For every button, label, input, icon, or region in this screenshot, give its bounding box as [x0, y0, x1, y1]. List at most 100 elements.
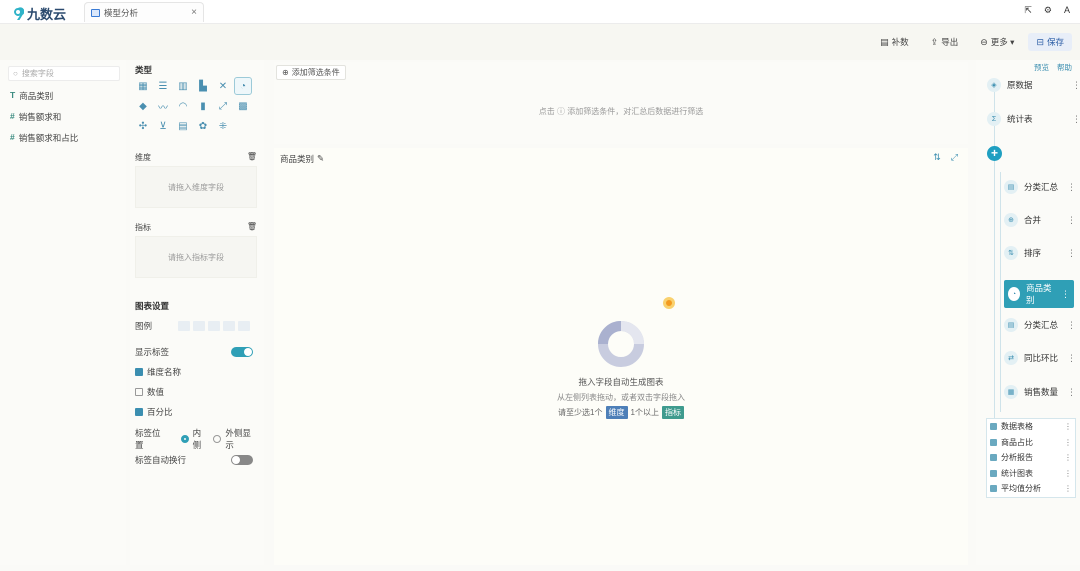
flow-node[interactable]: ▦ 销售数量 ⋮ — [1004, 385, 1076, 399]
more-icon[interactable]: ⋮ — [1067, 353, 1076, 364]
bar-chart-icon[interactable]: ▥ — [175, 78, 191, 94]
flow-node[interactable]: ◈ 原数据 ⋮ — [987, 78, 1080, 92]
more-icon[interactable]: ⋮ — [1067, 215, 1076, 226]
close-icon[interactable]: × — [191, 7, 197, 18]
legend-bottom-icon[interactable] — [238, 321, 251, 331]
auto-wrap-toggle[interactable] — [231, 455, 253, 465]
chart-settings-title: 图表设置 — [135, 301, 170, 311]
output-item[interactable]: 分析报告 ⋮ — [987, 450, 1075, 466]
matrix-chart-icon[interactable]: ⁜ — [215, 118, 231, 134]
more-icon[interactable]: ⋮ — [1067, 320, 1076, 331]
map-chart-icon[interactable]: ◆ — [135, 98, 151, 114]
table-chart-icon[interactable]: ▦ — [135, 78, 151, 94]
flow-node[interactable]: ⇅ 排序 ⋮ — [1004, 246, 1076, 260]
heatmap-chart-icon[interactable]: ▩ — [235, 98, 251, 114]
more-icon[interactable]: ⋮ — [1072, 114, 1080, 125]
edit-icon[interactable]: ✎ — [317, 153, 324, 165]
app-logo[interactable]: 九数云 — [12, 4, 66, 23]
more-icon[interactable]: ⋮ — [1064, 453, 1072, 462]
flow-node[interactable]: ⊕ 合并 ⋮ — [1004, 213, 1076, 227]
scatter-chart-icon[interactable]: ⤢ — [215, 98, 231, 114]
preview-link[interactable]: 预览 — [1034, 62, 1049, 73]
export-button[interactable]: ⇪ 导出 — [923, 33, 967, 51]
dimension-checkbox[interactable] — [135, 368, 143, 376]
opt-dimension-label: 维度名称 — [147, 367, 182, 377]
flow-node[interactable]: ⇄ 同比环比 ⋮ — [1004, 351, 1076, 365]
tab-model-analysis[interactable]: 模型分析 × — [84, 2, 204, 22]
node-label: 分类汇总 — [1024, 320, 1059, 330]
flow-node[interactable]: Σ 统计表 ⋮ — [987, 112, 1080, 126]
output-label: 分析报告 — [1001, 453, 1033, 463]
flow-node[interactable]: ▤ 分类汇总 ⋮ — [1004, 318, 1076, 332]
more-icon[interactable]: ⋮ — [1061, 289, 1070, 300]
legend-position-selector[interactable] — [178, 321, 251, 331]
more-icon[interactable]: ⋮ — [1064, 438, 1072, 447]
percent-checkbox[interactable] — [135, 408, 143, 416]
show-label-toggle[interactable] — [231, 347, 253, 357]
column-chart-icon[interactable]: ▮ — [195, 98, 211, 114]
more-button[interactable]: ⊖ 更多 ▾ — [972, 33, 1022, 51]
radar-chart-icon[interactable]: ✣ — [135, 118, 151, 134]
card-chart-icon[interactable]: ▤ — [175, 118, 191, 134]
requirement-mid: 1个以上 — [630, 408, 659, 417]
help-link[interactable]: 帮助 — [1057, 62, 1072, 73]
field-item[interactable]: T 商品类别 — [10, 90, 78, 102]
legend-none-icon[interactable] — [178, 321, 191, 331]
number-type-icon: # — [10, 111, 15, 121]
list-chart-icon[interactable]: ☰ — [155, 78, 171, 94]
more-label: 更多 ▾ — [990, 37, 1015, 47]
legend-top-icon[interactable] — [223, 321, 236, 331]
settings-icon[interactable]: ⚙ — [1044, 5, 1052, 16]
add-step-button[interactable]: + — [987, 146, 1002, 161]
legend-left-icon[interactable] — [193, 321, 206, 331]
fields-panel: ○ 搜索字段 T 商品类别 # 销售额求和 # 销售额求和占比 — [0, 60, 126, 565]
more-icon[interactable]: ⋮ — [1067, 248, 1076, 259]
flow-node-active[interactable]: ◔ 商品类别 ⋮ — [1004, 280, 1074, 308]
cross-chart-icon[interactable]: ✕ — [215, 78, 231, 94]
more-icon[interactable]: ⋮ — [1072, 80, 1080, 91]
rose-chart-icon[interactable]: ✿ — [195, 118, 211, 134]
supplement-button[interactable]: ▤ 补数 — [872, 33, 917, 51]
gauge-chart-icon[interactable]: ◠ — [175, 98, 191, 114]
chart-type-title: 类型 — [135, 65, 153, 75]
inside-radio[interactable] — [180, 435, 189, 443]
field-item[interactable]: # 销售额求和 — [10, 111, 78, 123]
more-icon[interactable]: ⋮ — [1064, 484, 1072, 493]
output-icon — [990, 438, 997, 446]
line-chart-icon[interactable]: 〰 — [155, 98, 171, 114]
legend-right-icon[interactable] — [208, 321, 221, 331]
canvas-title-text[interactable]: 商品类别 — [280, 153, 314, 165]
stacked-bar-icon[interactable]: ▙ — [195, 78, 211, 94]
more-icon[interactable]: ⋮ — [1067, 387, 1076, 398]
output-item[interactable]: 平均值分析 ⋮ — [987, 481, 1075, 497]
fullscreen-icon[interactable]: ⤢ — [951, 152, 958, 163]
output-item[interactable]: 商品占比 ⋮ — [987, 435, 1075, 451]
output-item[interactable]: 数据表格 ⋮ — [987, 419, 1075, 435]
add-filter-button[interactable]: ⊕ 添加筛选条件 — [276, 65, 346, 80]
more-icon[interactable]: ⋮ — [1067, 182, 1076, 193]
pin-icon[interactable]: ⇱ — [1024, 5, 1032, 16]
filter-icon[interactable]: ⇅ — [933, 152, 941, 163]
more-icon[interactable]: ⋮ — [1064, 422, 1072, 431]
measure-drop-zone[interactable]: 请拖入指标字段 — [135, 236, 257, 278]
title-bar: 九数云 模型分析 × ⇱ ⚙ A — [0, 0, 1080, 24]
plus-circle-icon: ⊕ — [282, 68, 289, 77]
dimension-drop-zone[interactable]: 请拖入维度字段 — [135, 166, 257, 208]
more-icon[interactable]: ⋮ — [1064, 469, 1072, 478]
outside-radio[interactable] — [213, 435, 222, 443]
label-position-row: 标签位置 内侧 外侧显示 — [135, 427, 259, 451]
flow-branch-connector — [1000, 172, 1001, 412]
funnel-chart-icon[interactable]: ⊻ — [155, 118, 171, 134]
merge-node-icon: ⊕ — [1004, 213, 1018, 227]
save-button[interactable]: ⊟ 保存 — [1028, 33, 1072, 51]
user-icon[interactable]: A — [1064, 5, 1070, 16]
field-item[interactable]: # 销售额求和占比 — [10, 132, 78, 144]
value-checkbox[interactable] — [135, 388, 143, 396]
pie-chart-icon[interactable]: ◔ — [234, 77, 252, 95]
field-search-input[interactable]: ○ 搜索字段 — [8, 66, 120, 81]
output-item[interactable]: 统计图表 ⋮ — [987, 466, 1075, 482]
clear-measure-icon[interactable]: 🗑 — [247, 222, 257, 233]
clear-dimension-icon[interactable]: 🗑 — [247, 152, 257, 163]
flow-node[interactable]: ▤ 分类汇总 ⋮ — [1004, 180, 1076, 194]
filter-bar: ⊕ 添加筛选条件 点击 ⓘ 添加筛选条件，对汇总后数据进行筛选 — [274, 62, 968, 144]
